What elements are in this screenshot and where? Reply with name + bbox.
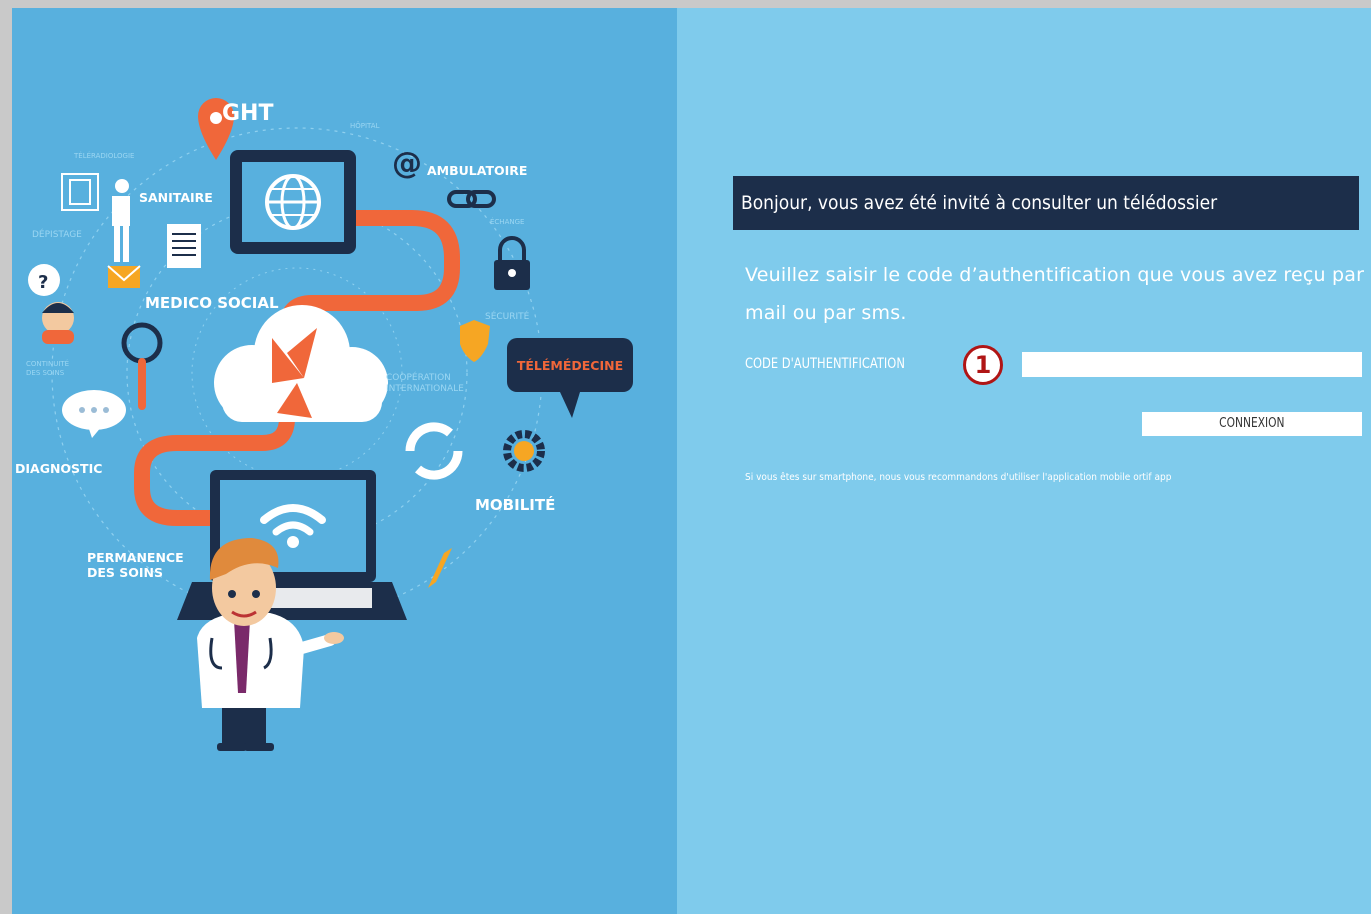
label-cooperation-2: INTERNATIONALE: [386, 384, 464, 394]
radiology-icon: [61, 173, 130, 262]
shield-icon: [460, 320, 490, 362]
page-frame: @ TÉLÉMÉDECINE ? GHT AMBULATOIRE SANITAI…: [12, 8, 1371, 914]
label-diagnostic: DIAGNOSTIC: [15, 461, 102, 476]
connexion-button[interactable]: CONNEXION: [1142, 412, 1362, 436]
label-sanitaire: SANITAIRE: [139, 190, 213, 205]
refresh-icon: [405, 422, 463, 480]
phone-icon: [428, 548, 452, 588]
label-telemedecine: TÉLÉMÉDECINE: [517, 358, 623, 373]
envelope-icon: [107, 265, 141, 288]
label-securite: SÉCURITÉ: [485, 310, 530, 322]
step-badge: 1: [963, 345, 1003, 385]
document-icon: [167, 224, 201, 268]
label-permanence-line2: DES SOINS: [87, 565, 163, 580]
instruction-text: Veuillez saisir le code d’authentificati…: [745, 264, 1365, 324]
tablet-icon: [230, 150, 356, 254]
chain-link-icon: [447, 190, 496, 208]
illustration-panel: @ TÉLÉMÉDECINE ? GHT AMBULATOIRE SANITAI…: [12, 8, 677, 914]
auth-code-label: CODE D'AUTHENTIFICATION: [745, 356, 905, 372]
label-permanence-line1: PERMANENCE: [87, 550, 184, 565]
svg-text:?: ?: [38, 272, 48, 293]
label-mobilite: MOBILITÉ: [475, 495, 555, 514]
label-medico-social: MEDICO SOCIAL: [145, 294, 279, 312]
label-continuite-1: CONTINUITÉ: [26, 359, 69, 368]
auth-panel: [677, 8, 1371, 914]
label-cooperation-1: COOPÉRATION: [386, 371, 451, 383]
gear-icon: [503, 430, 545, 472]
smartphone-note: Si vous êtes sur smartphone, nous vous r…: [745, 472, 1172, 483]
patient-question-icon: ?: [28, 264, 74, 344]
label-echange: ÉCHANGE: [490, 217, 524, 226]
at-sign-icon: @: [392, 146, 422, 181]
cloud-icon: [214, 305, 388, 422]
page-title: Bonjour, vous avez été invité à consulte…: [733, 176, 1359, 230]
label-depistage: DÉPISTAGE: [32, 228, 82, 240]
padlock-icon: [494, 236, 530, 290]
laptop-icon: [177, 470, 407, 620]
chat-bubble-icon: [62, 390, 126, 438]
label-teleradiologie: TÉLÉRADIOLOGIE: [73, 151, 134, 160]
label-hopital: HÔPITAL: [350, 121, 380, 130]
telemedicine-bubble: TÉLÉMÉDECINE: [507, 338, 633, 418]
magnifier-icon: [121, 322, 163, 410]
telemedicine-illustration: @ TÉLÉMÉDECINE ? GHT AMBULATOIRE SANITAI…: [15, 98, 633, 751]
connexion-button-label: CONNEXION: [1219, 416, 1285, 431]
label-ght: GHT: [222, 101, 273, 126]
label-continuite-2: DES SOINS: [26, 369, 65, 377]
auth-code-input[interactable]: [1022, 352, 1362, 377]
label-ambulatoire: AMBULATOIRE: [427, 163, 527, 178]
